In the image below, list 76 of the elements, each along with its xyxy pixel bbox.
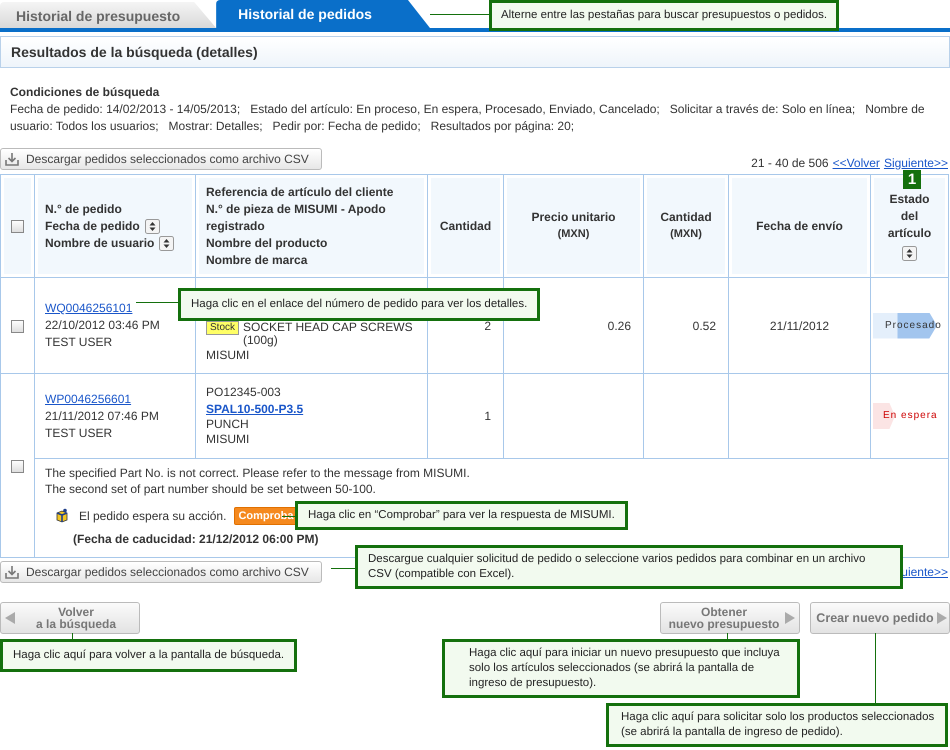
- right-triangle-icon: [937, 612, 947, 624]
- column-header: Precio unitario: [531, 209, 616, 226]
- product-name: PUNCH: [206, 418, 249, 431]
- column-header: Estado del artículo: [886, 191, 932, 242]
- download-icon: [5, 152, 19, 166]
- quantity: 1: [484, 409, 491, 423]
- error-message: The specified Part No. is not correct. Please refer to the message from MISUMI.: [45, 465, 471, 481]
- order-date: 21/11/2012 07:46 PM: [45, 408, 160, 424]
- tab[interactable]: Historial de pedidos: [216, 0, 430, 28]
- right-triangle-icon: [785, 612, 795, 624]
- column-header: N.° de pedido: [45, 200, 122, 218]
- left-triangle-icon: [5, 612, 15, 624]
- tab[interactable]: Historial de presupuesto: [0, 2, 216, 28]
- brand-name: MISUMI: [206, 347, 250, 364]
- step-marker: 1: [903, 170, 921, 189]
- checkbox[interactable]: [11, 220, 24, 234]
- column-header: Cantidad: [660, 209, 712, 226]
- user-name: TEST USER: [45, 334, 114, 351]
- column-header: Referencia de artículo del cliente: [206, 184, 394, 200]
- section-title: Resultados de la búsqueda (detalles): [0, 36, 950, 68]
- callout-note: Haga clic en el enlace del número de pedido para ver los detalles.: [178, 288, 540, 321]
- nav-button[interactable]: Volver a la búsqueda: [0, 602, 140, 634]
- column-header: Nombre de usuario: [45, 234, 154, 252]
- package-icon: [55, 508, 69, 524]
- callout-note: Haga clic en “Comprobar” para ver la respuesta de MISUMI.: [295, 501, 628, 530]
- next-link[interactable]: Siguiente>>: [884, 156, 948, 170]
- brand-name: MISUMI: [206, 431, 250, 448]
- column-header: Nombre del producto: [206, 234, 328, 252]
- column-header: N.° de pieza de MISUMI - Apodo registrado: [206, 200, 387, 234]
- order-number-link[interactable]: WQ0046256101: [45, 300, 132, 317]
- expiry-date: (Fecha de caducidad: 21/12/2012 06:00 PM): [73, 531, 318, 547]
- download-csv-button[interactable]: Descargar pedidos seleccionados como archivo CSV: [0, 561, 322, 583]
- leader-line: [430, 14, 490, 15]
- leader-line: [136, 302, 179, 303]
- customer-reference: PO12345-003: [206, 384, 282, 401]
- action-notice: El pedido espera su acción.: [79, 508, 226, 524]
- sort-icon[interactable]: [159, 236, 174, 250]
- unit-price: 0.26: [608, 318, 631, 332]
- ship-date: 21/11/2012: [770, 318, 830, 332]
- amount: 0.52: [692, 318, 716, 332]
- stock-badge: Stock: [206, 321, 240, 335]
- nav-button[interactable]: Obtener nuevo presupuesto: [660, 602, 800, 634]
- download-csv-button[interactable]: Descargar pedidos seleccionados como archivo CSV: [0, 148, 322, 170]
- leader-line: [282, 516, 296, 517]
- callout-note: Haga clic aquí para volver a la pantalla de búsqueda.: [0, 639, 298, 672]
- callout-note: Descargue cualquier solicitud de pedido o seleccione varios pedidos para combinar en un archivo CSV (compatible con Excel).: [355, 545, 903, 589]
- error-message: The second set of part number should be set between 50-100.: [45, 481, 377, 497]
- previous-link[interactable]: <<Volver: [832, 156, 880, 170]
- checkbox[interactable]: [11, 320, 24, 333]
- quantity: 2: [484, 318, 491, 332]
- conditions-text: Fecha de pedido: 14/02/2013 - 14/05/2013; Estado del artículo: En proceso, En espera, Procesado, Enviado, Cancelado; Solicitar a través de: Solo en línea; Nombre de usuario: Todos los usuarios; Mostrar: Detalles; Pedir por: Fecha de pedido; Resultados por página: 20;: [10, 101, 926, 135]
- leader-line: [727, 633, 728, 639]
- user-name: TEST USER: [45, 424, 114, 442]
- leader-line: [331, 568, 356, 569]
- nav-button[interactable]: Crear nuevo pedido: [810, 602, 950, 634]
- leader-line: [72, 633, 73, 639]
- sort-icon[interactable]: [902, 246, 917, 261]
- column-unit: (MXN): [558, 227, 590, 242]
- download-icon: [5, 565, 19, 579]
- checkbox[interactable]: [11, 460, 24, 473]
- callout-note: Haga clic aquí para iniciar un nuevo presupuesto que incluya solo los artículos seleccionados (se abrirá la pantalla de ingreso de presupuesto).: [442, 639, 800, 698]
- column-header: Fecha de pedido: [45, 218, 140, 234]
- column-header: Nombre de marca: [206, 252, 308, 268]
- leader-line: [875, 633, 876, 703]
- column-header: Cantidad: [440, 218, 492, 234]
- callout-note: Alterne entre las pestañas para buscar presupuestos o pedidos.: [489, 0, 840, 31]
- product-name: SOCKET HEAD CAP SCREWS (100g): [243, 321, 414, 347]
- part-number-link[interactable]: SPAL10-500-P3.5: [206, 401, 304, 418]
- sort-icon[interactable]: [144, 218, 160, 234]
- column-header: (MXN): [670, 227, 702, 242]
- column-header: Fecha de envío: [756, 218, 843, 234]
- result-range: 21 - 40 de 506: [751, 156, 829, 170]
- conditions-heading: Condiciones de búsqueda: [10, 84, 160, 101]
- order-number-link[interactable]: WP0046256601: [45, 390, 132, 408]
- order-date: 22/10/2012 03:46 PM: [45, 317, 161, 334]
- callout-note: Haga clic aquí para solicitar solo los productos seleccionados (se abrirá la pantalla de ingreso de pedido).: [606, 703, 948, 747]
